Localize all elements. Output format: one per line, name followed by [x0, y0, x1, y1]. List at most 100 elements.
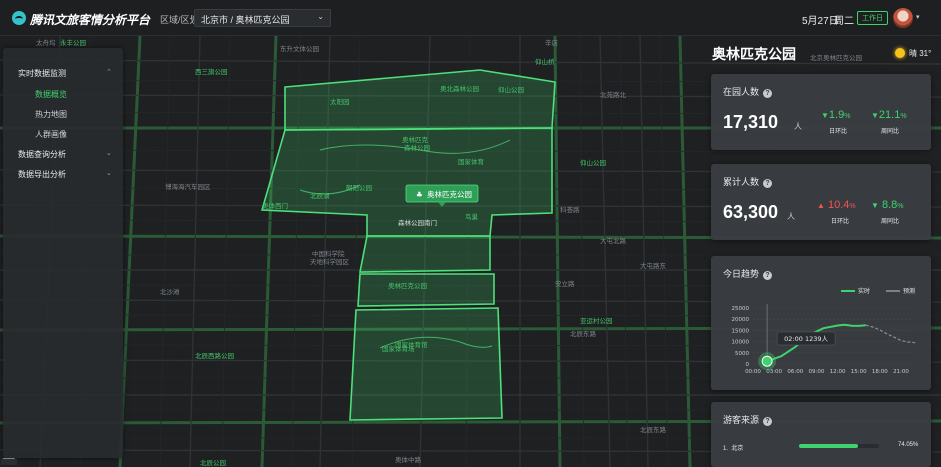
nav-group-label: 数据查询分析	[18, 150, 66, 159]
nav-item-heatmap[interactable]: 热力地图	[35, 109, 67, 120]
svg-text:西三旗公园: 西三旗公园	[195, 67, 228, 76]
map-scale: ▔▔▔	[1, 459, 17, 465]
svg-text:辛店: 辛店	[545, 38, 559, 47]
total-value: 63,300	[723, 202, 779, 222]
help-icon[interactable]: ?	[763, 179, 773, 188]
x-tick-label: 06:00	[787, 369, 803, 375]
svg-text:国家体育: 国家体育	[458, 157, 485, 166]
series-line-forecast	[865, 324, 916, 344]
arrow-up-icon: ▲	[817, 201, 825, 210]
svg-text:奥体西门: 奥体西门	[262, 201, 288, 210]
wow-stat: ▼21.1%	[871, 109, 907, 121]
dod-stat: ▼1.9%	[821, 109, 850, 121]
trend-card: 今日趋势? 实时 预测 0 5000 10000 15000 20000 25000 00:…	[711, 256, 931, 390]
nav-item-portrait[interactable]: 人群画像	[35, 129, 67, 140]
origin-row: 1. 北京	[723, 443, 743, 452]
workday-badge: 工作日	[857, 11, 888, 25]
pct-sign: %	[900, 113, 907, 120]
nav-group-label: 实时数据监测	[18, 69, 66, 78]
origin-pct: 74.05%	[898, 442, 919, 448]
area-select-value: 北京市 / 奥林匹克公园	[201, 15, 290, 25]
help-icon[interactable]: ?	[763, 417, 773, 426]
nav-item-overview[interactable]: 数据概览	[35, 89, 67, 100]
svg-text:北辰西路公园: 北辰西路公园	[195, 351, 234, 360]
nav-group-export[interactable]: 数据导出分析 ⌄	[18, 169, 112, 180]
y-tick-label: 15000	[732, 328, 750, 334]
nav-group-query[interactable]: 数据查询分析 ⌄	[18, 149, 112, 160]
arrow-down-icon: ▼	[871, 201, 879, 210]
sun-icon	[895, 48, 905, 58]
svg-text:东升文体公园: 东升文体公园	[280, 44, 319, 53]
svg-text:太阳园: 太阳园	[330, 97, 350, 106]
x-tick-label: 21:00	[893, 369, 909, 375]
card-title-text: 游客来源	[723, 415, 760, 425]
x-tick-label: 15:00	[851, 369, 867, 375]
wow-value: 21.1	[878, 109, 901, 121]
unit-text: 人	[794, 122, 802, 131]
arrow-down-icon: ▼	[821, 111, 829, 120]
chevron-up-icon: ⌃	[106, 69, 112, 76]
svg-text:天地科学园区: 天地科学园区	[310, 257, 350, 266]
arrow-down-icon: ▼	[871, 111, 879, 120]
svg-text:科荟路: 科荟路	[560, 205, 580, 214]
x-tick-label: 18:00	[872, 369, 888, 375]
svg-text:太舟坞: 太舟坞	[36, 38, 56, 47]
svg-text:北京奥林匹克公园: 北京奥林匹克公园	[810, 53, 862, 62]
trend-chart[interactable]: 050001000015000200002500000:00 03:00 06:00…	[711, 256, 931, 390]
wow-value: 8.8	[881, 199, 898, 211]
svg-text:永丰公园: 永丰公园	[60, 38, 86, 47]
svg-text:北苑路北: 北苑路北	[600, 90, 627, 99]
in-park-value: 17,310	[723, 112, 779, 132]
caret-down-icon[interactable]: ▾	[916, 13, 920, 21]
weekday-text: 周二	[834, 16, 854, 27]
card-title-text: 在园人数	[723, 87, 760, 97]
svg-text:仰山公园: 仰山公园	[580, 158, 606, 167]
svg-text:北辰湖: 北辰湖	[310, 191, 330, 200]
area-label: 区域/区划	[160, 15, 199, 25]
nav-group-realtime[interactable]: 实时数据监测 ⌃	[18, 68, 112, 79]
svg-text:北沙滩: 北沙滩	[160, 287, 180, 296]
side-nav: 实时数据监测 ⌃ 数据概览 热力地图 人群画像 数据查询分析 ⌄ 数据导出分析 …	[3, 48, 123, 458]
svg-text:亚运村公园: 亚运村公园	[580, 316, 613, 325]
wow-label: 周同比	[881, 129, 900, 135]
in-park-card: 在园人数? 17,310 人 ▼1.9% 日环比 ▼21.1% 周同比	[711, 74, 931, 150]
y-tick-label: 20000	[732, 317, 750, 323]
app-title: 腾讯文旅客情分析平台	[30, 13, 151, 27]
chevron-down-icon: ⌄	[317, 12, 324, 21]
origin-bar-fill	[799, 444, 859, 448]
app-logo-icon	[12, 11, 26, 25]
svg-text:北辰公园: 北辰公园	[200, 459, 226, 467]
chevron-down-icon: ⌄	[106, 170, 112, 177]
pct-sign: %	[849, 203, 856, 210]
svg-text:♣: ♣	[416, 190, 423, 199]
weather-text: 晴 31°	[909, 49, 932, 58]
svg-text:安立路: 安立路	[555, 279, 575, 288]
svg-text:北辰东路: 北辰东路	[640, 425, 667, 434]
help-icon[interactable]: ?	[763, 89, 773, 98]
user-avatar[interactable]	[893, 8, 913, 28]
pct-sign: %	[844, 113, 851, 120]
area-select[interactable]: 北京市 / 奥林匹克公园 ⌄	[194, 9, 331, 27]
y-tick-label: 10000	[732, 340, 750, 346]
dod-stat: ▲ 10.4%	[817, 199, 856, 211]
svg-text:奥林匹克: 奥林匹克	[402, 135, 429, 144]
y-tick-label: 25000	[732, 306, 750, 312]
origin-bar-track	[799, 444, 879, 448]
dod-label: 日环比	[831, 219, 850, 225]
svg-text:国家体育场: 国家体育场	[382, 344, 415, 353]
origin-name: 北京	[731, 446, 744, 452]
highlight-point	[761, 355, 773, 367]
nav-group-label: 数据导出分析	[18, 170, 66, 179]
x-tick-label: 00:00	[745, 369, 761, 375]
svg-text:中国科学院: 中国科学院	[312, 249, 345, 258]
svg-text:鸟巢: 鸟巢	[465, 212, 479, 221]
chevron-down-icon: ⌄	[106, 150, 112, 157]
svg-text:奥体中路: 奥体中路	[395, 455, 422, 464]
x-tick-label: 09:00	[808, 369, 824, 375]
svg-text:奥林匹克公园: 奥林匹克公园	[427, 189, 472, 199]
svg-text:朝阳公园: 朝阳公园	[346, 183, 372, 192]
x-tick-label: 12:00	[830, 369, 846, 375]
svg-text:奥北森林公园: 奥北森林公园	[440, 84, 479, 93]
svg-text:大屯路东: 大屯路东	[640, 261, 667, 270]
y-tick-label: 5000	[735, 351, 749, 357]
